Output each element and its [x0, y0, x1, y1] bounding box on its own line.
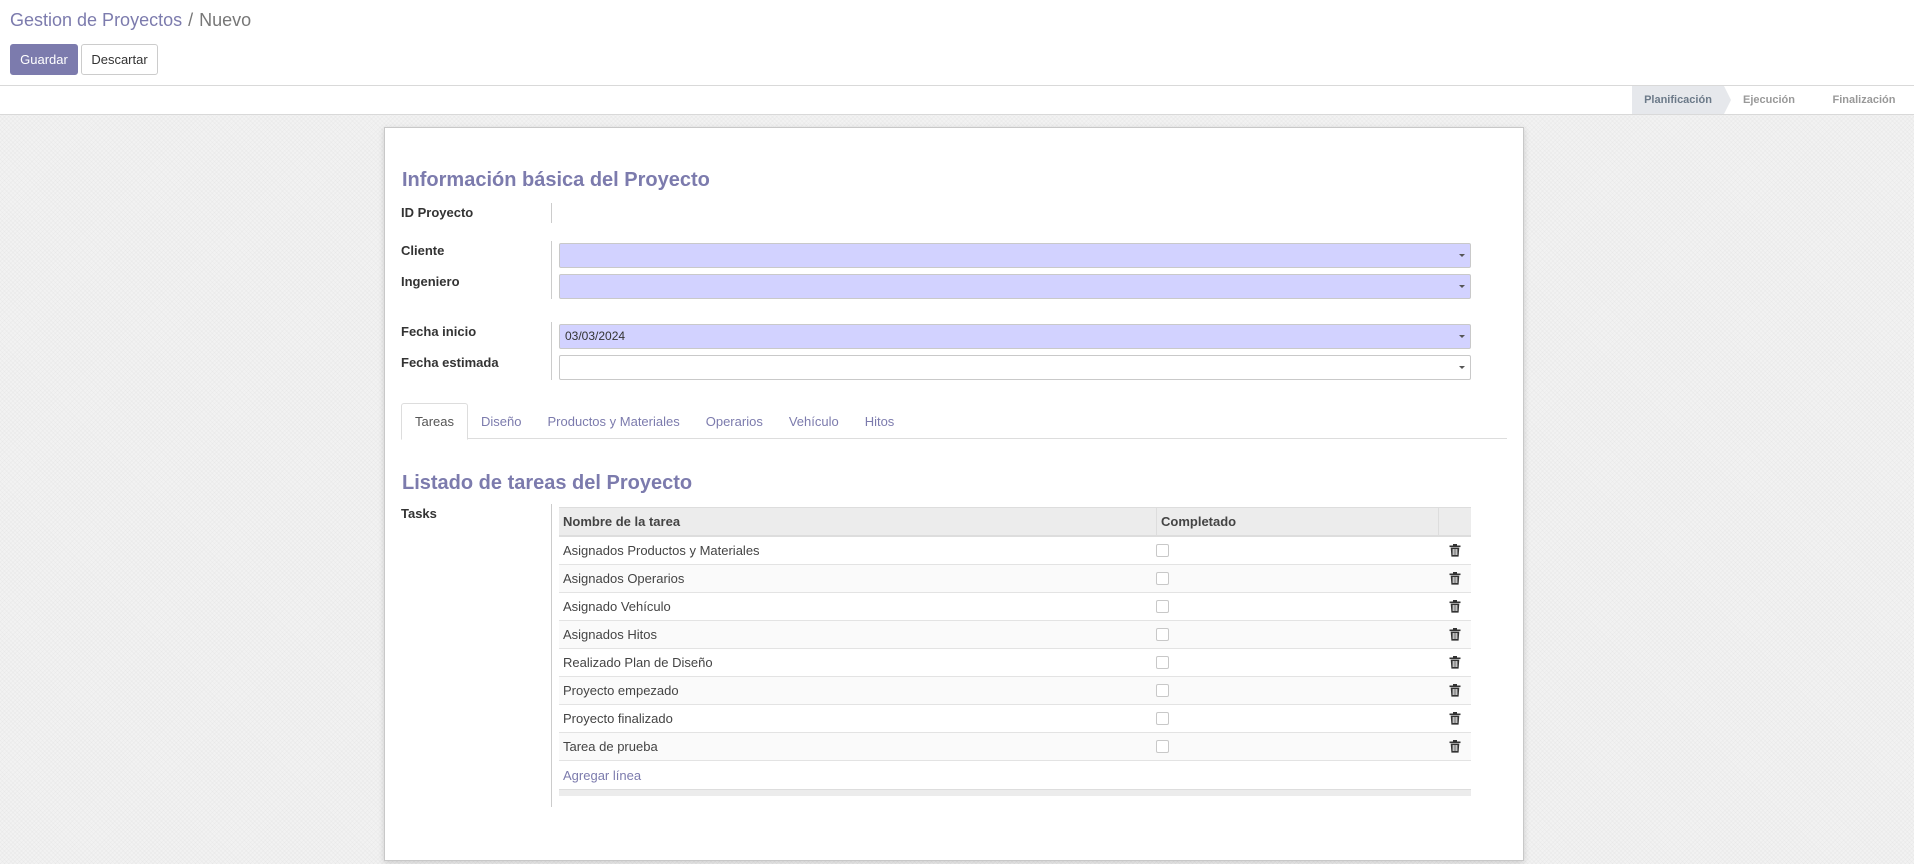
fecha-inicio-input[interactable]: 03/03/2024: [559, 324, 1471, 349]
delete-row-button[interactable]: [1438, 537, 1471, 564]
completed-checkbox[interactable]: [1156, 572, 1169, 585]
trash-icon: [1449, 572, 1460, 585]
tasks-label: Tasks: [401, 506, 437, 521]
delete-row-button[interactable]: [1438, 649, 1471, 676]
task-name-cell[interactable]: Asignado Vehículo: [559, 593, 1156, 620]
table-row[interactable]: Proyecto empezado: [559, 677, 1471, 705]
table-footer: [559, 789, 1471, 796]
breadcrumb: Gestion de Proyectos / Nuevo: [10, 10, 251, 31]
fecha-inicio-label: Fecha inicio: [401, 324, 477, 339]
completed-checkbox[interactable]: [1156, 656, 1169, 669]
task-name-cell[interactable]: Proyecto empezado: [559, 677, 1156, 704]
table-row[interactable]: Proyecto finalizado: [559, 705, 1471, 733]
task-completed-cell: [1156, 733, 1438, 760]
completed-checkbox[interactable]: [1156, 544, 1169, 557]
column-header-completado[interactable]: Completado: [1156, 508, 1438, 535]
completed-checkbox[interactable]: [1156, 712, 1169, 725]
task-completed-cell: [1156, 705, 1438, 732]
table-body: Asignados Productos y Materiales Asignado…: [559, 537, 1471, 761]
chevron-down-icon: [1459, 335, 1465, 338]
task-name-cell[interactable]: Realizado Plan de Diseño: [559, 649, 1156, 676]
status-step-finalizacion[interactable]: Finalización: [1814, 86, 1914, 114]
task-name-cell[interactable]: Proyecto finalizado: [559, 705, 1156, 732]
task-name-cell[interactable]: Asignados Hitos: [559, 621, 1156, 648]
add-line-row: Agregar línea: [559, 761, 1471, 789]
breadcrumb-separator: /: [188, 10, 194, 30]
trash-icon: [1449, 544, 1460, 557]
table-row[interactable]: Asignados Hitos: [559, 621, 1471, 649]
table-row[interactable]: Asignado Vehículo: [559, 593, 1471, 621]
id-proyecto-label: ID Proyecto: [401, 205, 474, 220]
tab-diseno[interactable]: Diseño: [468, 403, 534, 439]
delete-row-button[interactable]: [1438, 621, 1471, 648]
trash-icon: [1449, 684, 1460, 697]
discard-button[interactable]: Descartar: [81, 44, 158, 75]
trash-icon: [1449, 600, 1460, 613]
field-divider: [551, 504, 552, 807]
table-row[interactable]: Asignados Productos y Materiales: [559, 537, 1471, 565]
delete-row-button[interactable]: [1438, 677, 1471, 704]
delete-row-button[interactable]: [1438, 733, 1471, 760]
trash-icon: [1449, 740, 1460, 753]
completed-checkbox[interactable]: [1156, 600, 1169, 613]
completed-checkbox[interactable]: [1156, 740, 1169, 753]
form-sheet: Información básica del Proyecto ID Proye…: [384, 127, 1524, 861]
tab-hitos[interactable]: Hitos: [852, 403, 908, 439]
task-name-cell[interactable]: Asignados Productos y Materiales: [559, 537, 1156, 564]
ingeniero-label: Ingeniero: [401, 274, 460, 289]
fecha-estimada-input[interactable]: [559, 355, 1471, 380]
task-completed-cell: [1156, 649, 1438, 676]
tasks-table: Nombre de la tarea Completado Asignados …: [559, 507, 1471, 796]
table-row[interactable]: Realizado Plan de Diseño: [559, 649, 1471, 677]
task-completed-cell: [1156, 565, 1438, 592]
trash-icon: [1449, 656, 1460, 669]
fecha-estimada-label: Fecha estimada: [401, 355, 499, 370]
cliente-label: Cliente: [401, 243, 445, 258]
trash-icon: [1449, 712, 1460, 725]
delete-row-button[interactable]: [1438, 705, 1471, 732]
basic-info-title: Información básica del Proyecto: [402, 169, 710, 191]
table-row[interactable]: Asignados Operarios: [559, 565, 1471, 593]
fecha-inicio-value: 03/03/2024: [565, 329, 626, 343]
chevron-down-icon: [1459, 366, 1465, 369]
notebook-tabs: Tareas Diseño Productos y Materiales Ope…: [401, 403, 1507, 440]
trash-icon: [1449, 628, 1460, 641]
task-completed-cell: [1156, 621, 1438, 648]
delete-row-button[interactable]: [1438, 593, 1471, 620]
chevron-down-icon: [1459, 285, 1465, 288]
task-name-cell[interactable]: Tarea de prueba: [559, 733, 1156, 760]
table-row[interactable]: Tarea de prueba: [559, 733, 1471, 761]
statusbar: Planificación Ejecución Finalización: [0, 86, 1914, 115]
breadcrumb-parent-link[interactable]: Gestion de Proyectos: [10, 10, 182, 31]
task-name-cell[interactable]: Asignados Operarios: [559, 565, 1156, 592]
table-header: Nombre de la tarea Completado: [559, 507, 1471, 537]
column-header-actions: [1438, 508, 1471, 535]
cliente-select[interactable]: [559, 243, 1471, 268]
completed-checkbox[interactable]: [1156, 628, 1169, 641]
chevron-down-icon: [1459, 254, 1465, 257]
delete-row-button[interactable]: [1438, 565, 1471, 592]
completed-checkbox[interactable]: [1156, 684, 1169, 697]
breadcrumb-current: Nuevo: [199, 10, 252, 30]
tab-operarios[interactable]: Operarios: [693, 403, 776, 439]
status-steps: Planificación Ejecución Finalización: [1632, 86, 1914, 114]
field-divider: [551, 241, 552, 299]
save-button[interactable]: Guardar: [10, 44, 78, 75]
task-completed-cell: [1156, 593, 1438, 620]
tab-vehiculo[interactable]: Vehículo: [776, 403, 852, 439]
task-completed-cell: [1156, 537, 1438, 564]
control-panel: Gestion de Proyectos / Nuevo Guardar Des…: [0, 0, 1914, 86]
field-divider: [551, 322, 552, 380]
status-step-planificacion[interactable]: Planificación: [1632, 86, 1731, 114]
ingeniero-select[interactable]: [559, 274, 1471, 299]
status-step-ejecucion[interactable]: Ejecución: [1724, 86, 1821, 114]
field-divider: [551, 203, 552, 223]
column-header-nombre[interactable]: Nombre de la tarea: [559, 508, 1156, 535]
tab-productos-materiales[interactable]: Productos y Materiales: [535, 403, 693, 439]
tab-tareas[interactable]: Tareas: [401, 403, 469, 440]
task-completed-cell: [1156, 677, 1438, 704]
add-line-link[interactable]: Agregar línea: [563, 768, 641, 783]
tasks-section-title: Listado de tareas del Proyecto: [402, 472, 693, 494]
